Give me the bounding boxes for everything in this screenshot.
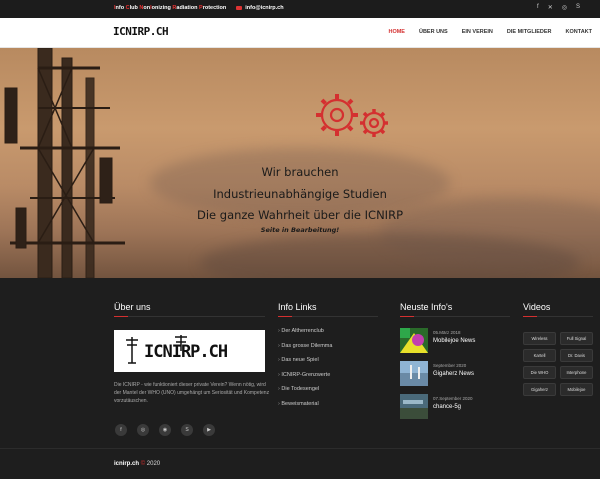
org-word-rest: adiation (176, 5, 200, 11)
about-divider (114, 316, 265, 317)
copyright: icnirp.ch © 2020 (114, 461, 160, 467)
org-full-name: Info Club NonIonizing Radiation Protecti… (114, 5, 226, 11)
news-thumbnail (400, 328, 428, 353)
news-date: 07.September 2020 (433, 396, 473, 401)
about-text: Die ICNIRP - wie funktioniert dieser pri… (114, 382, 270, 404)
video-tag[interactable]: Gigaherz (523, 383, 556, 396)
org-word-rest: onizing (151, 5, 173, 11)
news-item[interactable]: 05.März 2018 Mobilejoe News (400, 328, 510, 361)
copyright-site[interactable]: icnirp.ch (114, 461, 139, 467)
nav-item-ein-verein[interactable]: EIN VEREIN (462, 29, 493, 35)
youtube-icon[interactable]: ▶ (203, 424, 215, 436)
org-word-rest: lub (129, 5, 140, 11)
top-bar: Info Club NonIonizing Radiation Protecti… (0, 0, 600, 18)
video-tag[interactable]: Kartell (523, 349, 556, 362)
copyright-year: 2020 (146, 461, 161, 467)
link-altherrenclub[interactable]: Der Altherrenclub (278, 328, 332, 343)
nav-item-die-mitglieder[interactable]: DIE MITGLIEDER (507, 29, 552, 35)
hero-line-2: Industrieunabhängige Studien (213, 187, 387, 201)
news-item[interactable]: September 2020 Gigaherz News (400, 361, 510, 394)
dribbble-icon[interactable]: ◉ (159, 424, 171, 436)
video-tag[interactable]: Full Signal (560, 332, 593, 345)
news-thumbnail (400, 361, 428, 386)
email-link[interactable]: info@icnirp.ch (236, 5, 284, 11)
facebook-icon[interactable]: f (115, 424, 127, 436)
info-links-list: Der Altherrenclub Das grosse Dilemma Das… (278, 328, 332, 415)
nav-item-ueber-uns[interactable]: ÜBER UNS (419, 29, 448, 35)
org-word-rest: nfo (115, 5, 126, 11)
videos-title: Videos (523, 302, 551, 312)
news-date: 05.März 2018 (433, 330, 461, 335)
link-neue-spiel[interactable]: Das neue Spiel (278, 357, 332, 372)
instagram-icon[interactable]: ◎ (137, 424, 149, 436)
facebook-icon[interactable]: f (537, 4, 539, 11)
footer-logo: ICNIRP.CH (114, 330, 265, 372)
news-list: 05.März 2018 Mobilejoe News September 20… (400, 328, 510, 427)
news-title: Neuste Info's (400, 302, 453, 312)
antenna-icon (126, 337, 138, 364)
nav-menu: HOME ÜBER UNS EIN VEREIN DIE MITGLIEDER … (388, 29, 592, 35)
instagram-icon[interactable]: ◎ (562, 4, 567, 11)
hero-line-3: Die ganze Wahrheit über die ICNIRP (196, 208, 404, 222)
main-nav: ICNIRP.CH HOME ÜBER UNS EIN VEREIN DIE M… (0, 18, 600, 48)
email-text: info@icnirp.ch (245, 5, 284, 11)
video-tag[interactable]: Interphone (560, 366, 593, 379)
org-word-rest: rotection (202, 5, 227, 11)
hero-note: Seite in Bearbeitung! (260, 226, 340, 234)
video-tag[interactable]: Dr. Davis (560, 349, 593, 362)
copyright-divider (0, 448, 600, 449)
gears-icon (316, 94, 388, 137)
news-thumbnail (400, 394, 428, 419)
envelope-icon (236, 6, 243, 10)
video-tag[interactable]: Wireless (523, 332, 556, 345)
links-title: Info Links (278, 302, 317, 312)
about-title: Über uns (114, 302, 151, 312)
videos-divider (523, 316, 593, 317)
footer: Über uns ICNIRP.CH Die ICNIRP - wie funk… (0, 278, 600, 479)
twitter-icon[interactable]: ✕ (548, 4, 553, 11)
news-divider (400, 316, 510, 317)
hero-banner: Wir brauchen Industrieunabhängige Studie… (0, 48, 600, 278)
news-date: September 2020 (433, 363, 467, 368)
antenna-tower-image (4, 48, 125, 278)
skype-icon[interactable]: S (576, 4, 580, 11)
site-logo[interactable]: ICNIRP.CH (113, 25, 169, 38)
about-social-icons: f ◎ ◉ S ▶ (115, 424, 215, 436)
copyright-symbol: © (140, 461, 146, 467)
nav-item-kontakt[interactable]: KONTAKT (566, 29, 592, 35)
news-title-link[interactable]: Mobilejoe News (433, 338, 475, 344)
video-tags: Wireless Full Signal Kartell Dr. Davis D… (523, 332, 593, 396)
news-title-link[interactable]: chance-5g (433, 404, 461, 410)
link-todesengel[interactable]: Die Todesengel (278, 386, 332, 401)
link-grosse-dilemma[interactable]: Das grosse Dilemma (278, 343, 332, 358)
footer-logo-text: ICNIRP.CH (144, 342, 228, 362)
video-tag[interactable]: Mobilejoe (560, 383, 593, 396)
page: Info Club NonIonizing Radiation Protecti… (0, 0, 600, 479)
nav-item-home[interactable]: HOME (388, 29, 405, 35)
news-title-link[interactable]: Gigaherz News (433, 371, 474, 377)
video-tag[interactable]: Die WHO (523, 366, 556, 379)
hero-line-1: Wir brauchen (261, 165, 339, 179)
links-divider (278, 316, 378, 317)
skype-icon[interactable]: S (181, 424, 193, 436)
news-item[interactable]: 07.September 2020 chance-5g (400, 394, 510, 427)
link-grenzwerte[interactable]: ICNIRP-Grenzwerte (278, 372, 332, 387)
link-beweismaterial[interactable]: Beweismaterial (278, 401, 332, 416)
